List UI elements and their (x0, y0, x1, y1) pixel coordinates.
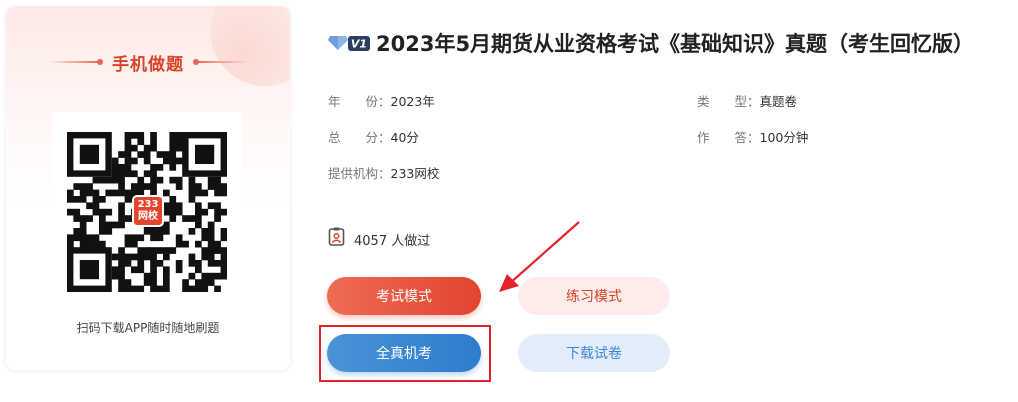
meta-year-label: 年 份： (328, 94, 391, 109)
meta-org-value: 233网校 (390, 166, 440, 181)
meta-score-value: 40分 (390, 130, 419, 145)
qr-logo-number: 233 (137, 199, 159, 210)
qr-logo-text: 网校 (138, 211, 158, 222)
title-divider-left (48, 59, 103, 65)
meta-score: 总 分：40分 (328, 127, 419, 146)
card-corner-decoration (210, 6, 290, 86)
qr-center-logo: 233 网校 (132, 195, 164, 227)
exam-mode-button[interactable]: 考试模式 (327, 277, 481, 315)
meta-score-label: 总 分： (328, 130, 391, 145)
meta-type-value: 真题卷 (759, 94, 798, 109)
download-paper-button[interactable]: 下载试卷 (518, 334, 670, 372)
vip-badge-icon: V1 (328, 32, 370, 54)
exam-title-row: V1 2023年5月期货从业资格考试《基础知识》真题（考生回忆版） (328, 28, 974, 58)
exam-title: 2023年5月期货从业资格考试《基础知识》真题（考生回忆版） (376, 32, 975, 56)
annotation-arrow-icon (499, 221, 580, 292)
done-count-row: 4057 人做过 (328, 227, 430, 251)
meta-org-label: 提供机构： (328, 166, 391, 181)
title-divider-right (193, 59, 248, 65)
card-title-row: 手机做题 (6, 50, 290, 75)
svg-text:V1: V1 (351, 38, 367, 51)
meta-type-label: 类 型： (697, 94, 760, 109)
card-title: 手机做题 (112, 54, 184, 75)
done-count-text: 4057 人做过 (354, 233, 431, 249)
qr-code: 233 网校 (52, 112, 242, 302)
qr-caption: 扫码下载APP随时随地刷题 (76, 321, 220, 335)
meta-time: 作 答：100分钟 (697, 127, 808, 146)
meta-type: 类 型：真题卷 (697, 91, 797, 110)
meta-time-value: 100分钟 (759, 130, 809, 145)
highlight-box (319, 325, 491, 382)
meta-year-value: 2023年 (390, 94, 435, 109)
person-done-icon (328, 227, 346, 251)
meta-time-label: 作 答： (697, 130, 760, 145)
mobile-practice-card: 手机做题 233 网校 扫码下载APP随时随地刷题 (6, 6, 290, 370)
meta-year: 年 份：2023年 (328, 91, 435, 110)
meta-org: 提供机构：233网校 (328, 163, 439, 182)
